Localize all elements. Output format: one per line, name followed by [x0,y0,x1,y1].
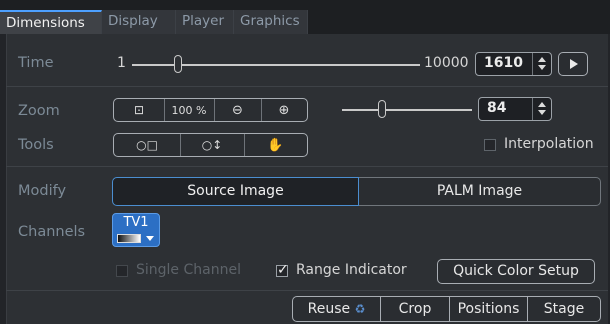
zoom-100-button[interactable]: 100 % [164,99,215,121]
zoom-out-button[interactable]: ⊖ [214,99,262,121]
zoom-label: Zoom [18,103,60,119]
spin-up-icon[interactable] [538,102,546,107]
modify-source-image-option[interactable]: Source Image [112,177,359,206]
zoom-fit-button[interactable]: ⊡ [114,99,165,121]
play-icon [570,59,578,69]
modify-palm-image-option[interactable]: PALM Image [359,177,601,206]
time-spin-arrows[interactable] [532,53,551,75]
tab-graphics[interactable]: Graphics [234,10,308,34]
zoom-button-group: ⊡ 100 % ⊖ ⊕ [113,98,308,122]
time-value: 1610 [484,55,523,71]
reuse-label: Reuse [307,301,351,317]
single-channel-label: Single Channel [136,262,241,278]
chevron-down-icon [146,236,154,241]
spin-down-icon[interactable] [538,110,546,115]
zoom-in-icon: ⊕ [278,102,290,118]
tab-display[interactable]: Display [102,10,176,34]
select-rect-icon: ○□ [136,138,158,152]
interpolation-checkbox[interactable] [484,139,496,151]
divider [6,290,608,291]
crop-button[interactable]: Crop [380,296,450,322]
modify-label: Modify [18,183,67,199]
reuse-button[interactable]: Reuse ♻ [292,296,381,322]
channels-label: Channels [18,224,86,240]
range-indicator-checkbox[interactable] [276,262,289,278]
select-move-icon: ○↕ [201,138,223,152]
play-button[interactable] [558,52,588,76]
tool-select-move-button[interactable]: ○↕ [180,134,245,156]
quick-color-setup-button[interactable]: Quick Color Setup [437,259,595,284]
channel-tv1-button[interactable]: TV1 [112,213,160,247]
tools-button-group: ○□ ○↕ ✋ [113,133,308,157]
zoom-value: 84 [487,100,507,116]
time-min-label: 1 [117,55,126,71]
single-channel-checkbox[interactable] [116,265,128,277]
fit-icon: ⊡ [133,103,145,117]
tools-label: Tools [18,137,54,153]
zoom-100-label: 100 % [171,103,207,117]
time-value-spinbox[interactable]: 1610 [475,52,552,76]
time-slider-thumb[interactable] [174,55,182,73]
positions-button[interactable]: Positions [449,296,528,322]
zoom-slider-thumb[interactable] [378,100,386,118]
tab-dimensions[interactable]: Dimensions [0,10,102,34]
time-label: Time [18,55,54,71]
zoom-slider-track[interactable] [342,109,472,111]
zoom-in-button[interactable]: ⊕ [261,99,307,121]
pan-hand-icon: ✋ [267,137,284,153]
spin-up-icon[interactable] [538,57,546,62]
time-max-label: 10000 [424,55,469,71]
channel-tv1-label: TV1 [123,215,149,230]
lut-gradient-icon [117,234,141,243]
tool-pan-button[interactable]: ✋ [244,134,307,156]
range-indicator-label: Range Indicator [296,262,407,278]
zoom-out-icon: ⊖ [232,102,243,118]
recycle-icon: ♻ [354,302,366,316]
interpolation-label: Interpolation [504,136,594,152]
tool-select-rect-button[interactable]: ○□ [114,134,181,156]
spin-down-icon[interactable] [538,65,546,70]
stage-button[interactable]: Stage [527,296,601,322]
divider [6,166,608,167]
zoom-spin-arrows[interactable] [532,98,551,120]
zoom-value-spinbox[interactable]: 84 [478,97,552,121]
tab-player[interactable]: Player [176,10,234,34]
divider [6,86,608,87]
